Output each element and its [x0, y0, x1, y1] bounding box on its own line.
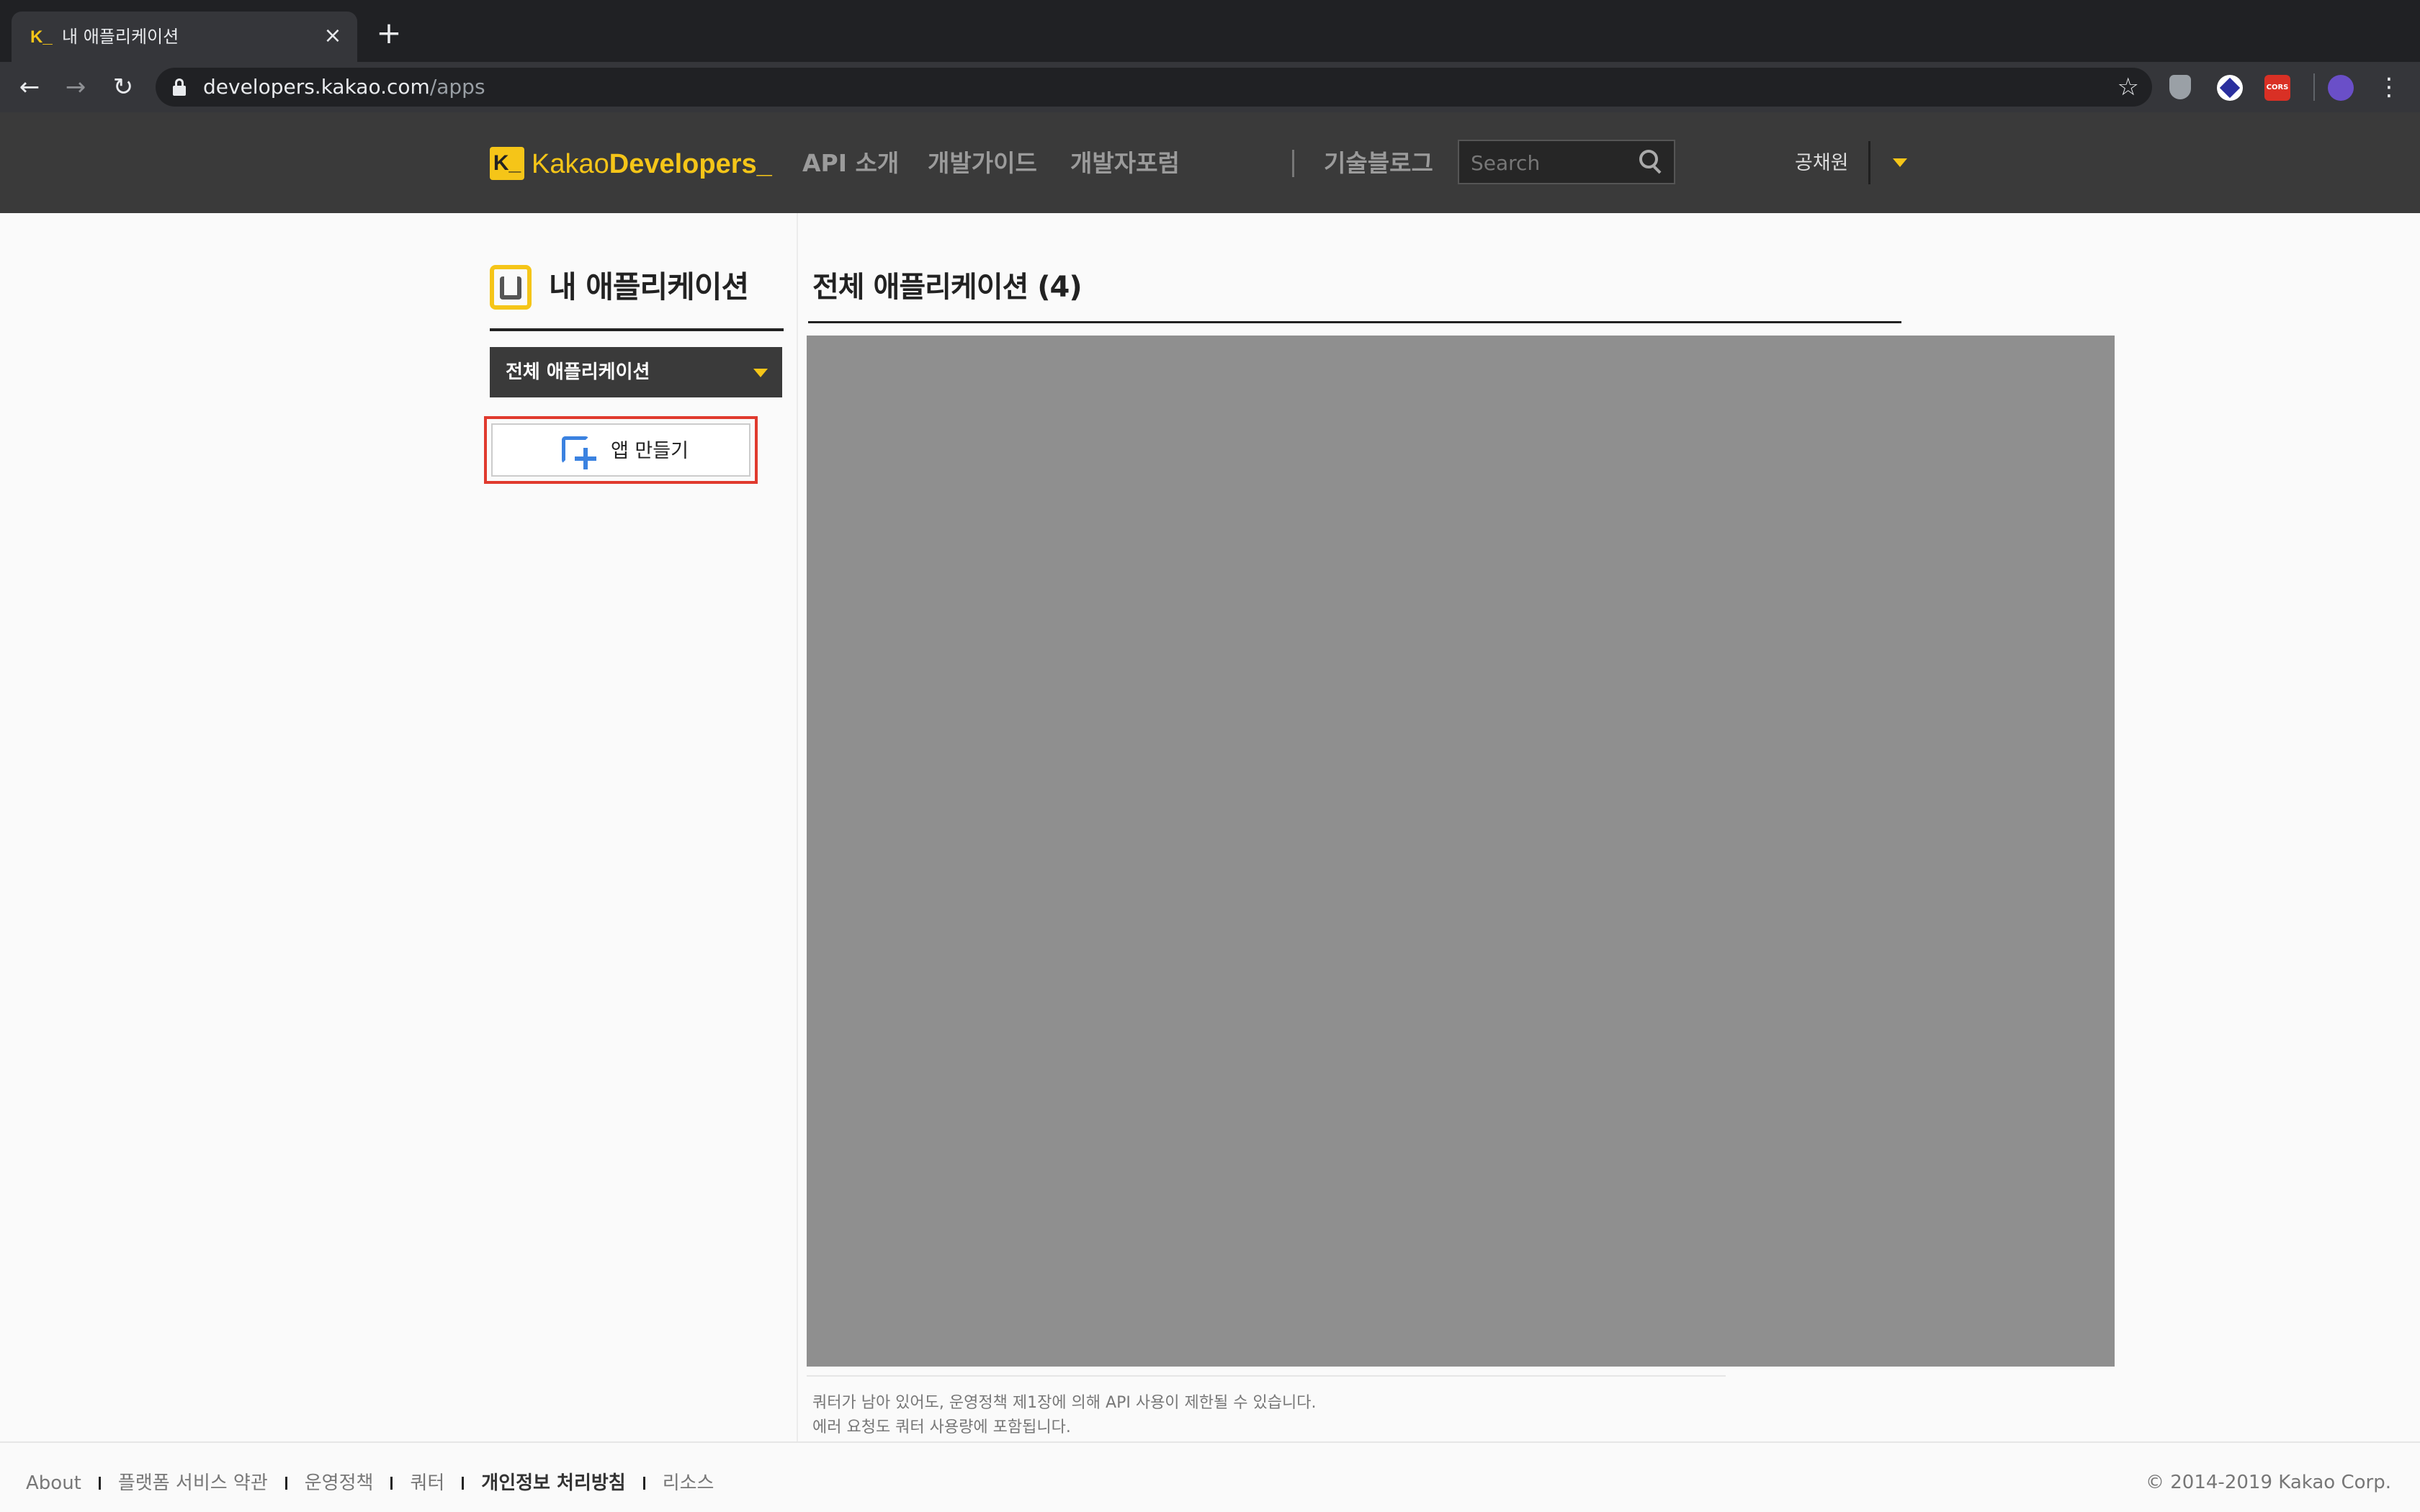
nav-separator [1292, 150, 1294, 177]
create-app-label: 앱 만들기 [611, 440, 689, 462]
logo-text-kakao: Kakao [532, 149, 609, 179]
footer-link-quota[interactable]: 쿼터 [410, 1470, 444, 1497]
sidebar-title: 내 애플리케이션 [549, 269, 749, 305]
toolbar-divider [2313, 73, 2315, 101]
footer-separator [642, 1477, 645, 1490]
copyright: © 2014-2019 Kakao Corp. [2146, 1472, 2391, 1493]
nav-dev-forum[interactable]: 개발자포럼 [1070, 148, 1180, 179]
shield-extension-icon[interactable] [2169, 75, 2191, 99]
nav-tech-blog[interactable]: 기술블로그 [1324, 148, 1433, 179]
footer-separator [462, 1477, 465, 1490]
notice-divider [807, 1375, 1726, 1377]
site-header: K_ KakaoDevelopers_ API 소개 개발가이드 개발자포럼 기… [0, 112, 2420, 213]
nav-dev-guide[interactable]: 개발가이드 [928, 148, 1037, 179]
forward-button[interactable]: → [60, 72, 91, 102]
sidebar-header: 내 애플리케이션 [490, 264, 784, 331]
title-underline [808, 321, 1901, 323]
lock-icon [173, 78, 186, 96]
footer: About 플랫폼 서비스 약관 운영정책 쿼터 개인정보 처리방침 리소스 ©… [0, 1441, 2420, 1512]
browser-tab[interactable]: K_ 내 애플리케이션 × [12, 12, 357, 62]
user-divider [1868, 141, 1870, 184]
footer-separator [390, 1477, 393, 1490]
user-name[interactable]: 공채원 [1795, 150, 1849, 177]
app-list-overlay [807, 336, 2115, 1367]
create-app-highlight: 앱 만들기 [484, 416, 758, 484]
logo-text: KakaoDevelopers_ [532, 148, 772, 180]
browser-tabbar: K_ 내 애플리케이션 × + [0, 0, 2420, 62]
nav-api-intro[interactable]: API 소개 [802, 148, 899, 179]
footer-separator [98, 1477, 101, 1490]
app-filter-select[interactable]: 전체 애플리케이션 [490, 347, 782, 397]
profile-avatar[interactable] [2328, 75, 2354, 101]
my-apps-icon [490, 265, 532, 310]
footer-link-privacy[interactable]: 개인정보 처리방침 [481, 1470, 625, 1497]
blue-diamond-extension-icon[interactable] [2217, 75, 2243, 101]
url-text: developers.kakao.com/apps [203, 75, 485, 99]
search-input[interactable] [1471, 150, 1629, 176]
page-title: 전체 애플리케이션 (4) [812, 271, 1083, 304]
new-tab-button[interactable]: + [375, 18, 403, 48]
close-tab-icon[interactable]: × [320, 23, 346, 49]
cors-extension-icon[interactable]: CORS [2264, 75, 2290, 101]
logo-underscore: _ [756, 149, 772, 179]
back-button[interactable]: ← [14, 72, 45, 102]
url-host: developers.kakao.com [203, 75, 430, 99]
app-filter-selected: 전체 애플리케이션 [506, 361, 650, 383]
logo-text-developers: Developers [609, 149, 757, 179]
create-app-button[interactable]: 앱 만들기 [491, 423, 750, 477]
reload-button[interactable]: ↻ [108, 72, 138, 102]
content-divider [797, 213, 798, 1441]
address-bar[interactable]: developers.kakao.com/apps ☆ [156, 68, 2152, 107]
footer-link-terms[interactable]: 플랫폼 서비스 약관 [118, 1470, 268, 1497]
tab-title: 내 애플리케이션 [62, 27, 179, 47]
header-search [1458, 140, 1675, 184]
user-menu-caret-icon[interactable] [1893, 158, 1907, 167]
search-icon[interactable] [1639, 150, 1664, 174]
url-path: /apps [429, 75, 485, 99]
footer-link-policy[interactable]: 운영정책 [305, 1470, 374, 1497]
kakao-favicon-icon: K_ [30, 27, 53, 47]
footer-separator [284, 1477, 287, 1490]
notice-line: 에러 요청도 쿼터 사용량에 포함됩니다. [812, 1418, 1071, 1436]
footer-link-resources[interactable]: 리소스 [663, 1470, 714, 1497]
chevron-down-icon [753, 369, 768, 377]
bookmark-star-icon[interactable]: ☆ [2118, 73, 2139, 101]
browser-menu-icon[interactable]: ⋮ [2377, 72, 2401, 102]
quota-notice: 쿼터가 남아 있어도, 운영정책 제1장에 의해 API 사용이 제한될 수 있… [812, 1391, 1316, 1440]
kakao-k-logo-icon: K_ [490, 147, 524, 180]
browser-toolbar: ← → ↻ developers.kakao.com/apps ☆ CORS ⋮ [0, 62, 2420, 112]
footer-link-about[interactable]: About [26, 1470, 81, 1497]
notice-line: 쿼터가 남아 있어도, 운영정책 제1장에 의해 API 사용이 제한될 수 있… [812, 1394, 1317, 1412]
add-app-icon [562, 436, 598, 469]
footer-links: About 플랫폼 서비스 약관 운영정책 쿼터 개인정보 처리방침 리소스 [26, 1469, 714, 1498]
